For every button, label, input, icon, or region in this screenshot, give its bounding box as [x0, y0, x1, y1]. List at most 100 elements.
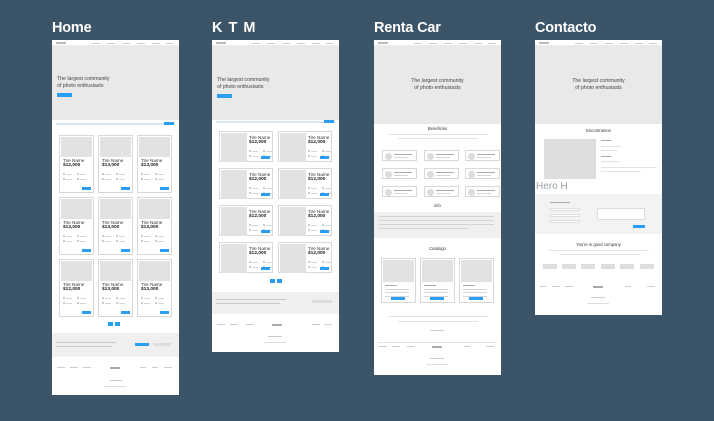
product-price: $12,000: [249, 214, 267, 219]
catalog-button[interactable]: [391, 297, 405, 300]
phone-field[interactable]: [550, 220, 580, 223]
hero-line2: of photo enthusiasts: [217, 83, 264, 90]
frame-renta[interactable]: The largest community of photo enthusias…: [374, 40, 501, 375]
product-price: $13,000: [102, 225, 120, 230]
benefit-icon: [468, 153, 475, 160]
section-title-beneficios: Beneficios: [427, 126, 448, 131]
catalog-button[interactable]: [469, 297, 483, 300]
product-image: [139, 137, 170, 157]
newsletter-section: [52, 333, 179, 357]
benefit-icon: [427, 189, 434, 196]
hero-line1: The largest community: [57, 76, 110, 82]
product-button[interactable]: [121, 311, 130, 314]
product-price: $12,000: [308, 214, 326, 219]
product-card[interactable]: Tire Name $12,000: [278, 131, 332, 162]
product-image: [100, 199, 131, 219]
catalog-card[interactable]: [420, 258, 455, 303]
product-card[interactable]: Tire Name $13,000: [98, 197, 133, 255]
section-title-info: info: [434, 203, 441, 208]
send-button[interactable]: [633, 225, 645, 228]
product-button[interactable]: [121, 249, 130, 252]
product-button[interactable]: [160, 249, 169, 252]
product-card[interactable]: Tire Name $12,000: [59, 197, 94, 255]
hero-line2: of photo enthusiasts: [57, 82, 104, 89]
product-price: $12,000: [308, 140, 326, 145]
newsletter-section: [212, 292, 339, 314]
product-card[interactable]: Tire Name $13,000: [98, 259, 133, 317]
frame-title-contacto: Contacto: [535, 20, 597, 36]
product-button[interactable]: [261, 193, 270, 196]
benefit-item: [382, 150, 417, 161]
frame-title-renta: Renta Car: [374, 20, 441, 36]
product-card[interactable]: Tire Name $13,000: [98, 135, 133, 193]
product-card[interactable]: Tire Name $13,000: [137, 135, 172, 193]
overlay-hero-label: Hero H: [536, 181, 568, 192]
product-button[interactable]: [261, 156, 270, 159]
hero-line2: of photo enthusiasts: [575, 84, 622, 91]
hero-cta-button[interactable]: [217, 94, 232, 98]
product-button[interactable]: [261, 267, 270, 270]
product-card[interactable]: Tire Name $13,000: [137, 197, 172, 255]
product-button[interactable]: [320, 267, 329, 270]
product-card[interactable]: Tire Name $12,000: [219, 242, 273, 273]
frame-ktm[interactable]: The largest community of photo enthusias…: [212, 40, 339, 352]
product-card[interactable]: Tire Name $12,000: [219, 168, 273, 199]
hero-section: The largest community of photo enthusias…: [52, 46, 179, 120]
message-field[interactable]: [597, 208, 645, 220]
benefit-item: [382, 168, 417, 179]
product-image: [61, 199, 92, 219]
product-card[interactable]: Tire Name $12,000: [59, 135, 94, 193]
benefit-icon: [468, 171, 475, 178]
product-card[interactable]: Tire Name $12,000: [278, 242, 332, 273]
catalog-image: [422, 260, 453, 282]
product-card[interactable]: Tire Name $12,000: [278, 205, 332, 236]
product-button[interactable]: [82, 249, 91, 252]
product-button[interactable]: [320, 156, 329, 159]
hero-line1: The largest community: [217, 77, 270, 83]
product-button[interactable]: [160, 311, 169, 314]
product-card[interactable]: Tire Name $12,000: [59, 259, 94, 317]
product-image: [61, 261, 92, 281]
logo-icon: [378, 42, 388, 44]
product-button[interactable]: [82, 187, 91, 190]
product-image: [280, 207, 306, 236]
product-price: $13,000: [141, 225, 159, 230]
benefit-item: [465, 150, 500, 161]
frame-title-home: Home: [52, 20, 92, 36]
product-image: [61, 137, 92, 157]
section-title-encontramos: Encontramos: [586, 128, 611, 133]
hero-cta-button[interactable]: [57, 93, 72, 97]
product-card[interactable]: Tire Name $12,000: [278, 168, 332, 199]
product-button[interactable]: [320, 230, 329, 233]
frame-contacto[interactable]: The largest community of photo enthusias…: [535, 40, 662, 315]
hero-line2: of photo enthusiasts: [414, 84, 461, 91]
product-price: $12,000: [249, 140, 267, 145]
catalog-card[interactable]: [459, 258, 494, 303]
product-image: [100, 137, 131, 157]
hero-section: The largest community of photo enthusias…: [374, 46, 501, 124]
catalog-button[interactable]: [430, 297, 444, 300]
product-button[interactable]: [82, 311, 91, 314]
product-price: $12,000: [249, 177, 267, 182]
product-image: [100, 261, 131, 281]
product-card[interactable]: Tire Name $12,000: [219, 131, 273, 162]
product-card[interactable]: Tire Name $13,000: [137, 259, 172, 317]
product-image: [280, 170, 306, 199]
name-field[interactable]: [550, 208, 580, 211]
product-price: $12,000: [63, 163, 81, 168]
frame-home[interactable]: The largest community of photo enthusias…: [52, 40, 179, 395]
product-price: $12,000: [308, 177, 326, 182]
benefit-icon: [427, 171, 434, 178]
product-button[interactable]: [121, 187, 130, 190]
email-field[interactable]: [550, 214, 580, 217]
benefit-icon: [385, 189, 392, 196]
product-button[interactable]: [160, 187, 169, 190]
product-button[interactable]: [261, 230, 270, 233]
product-price: $13,000: [141, 287, 159, 292]
product-button[interactable]: [320, 193, 329, 196]
product-card[interactable]: Tire Name $12,000: [219, 205, 273, 236]
catalog-image: [461, 260, 492, 282]
product-image: [139, 199, 170, 219]
catalog-card[interactable]: [381, 258, 416, 303]
logo-icon: [56, 42, 66, 44]
